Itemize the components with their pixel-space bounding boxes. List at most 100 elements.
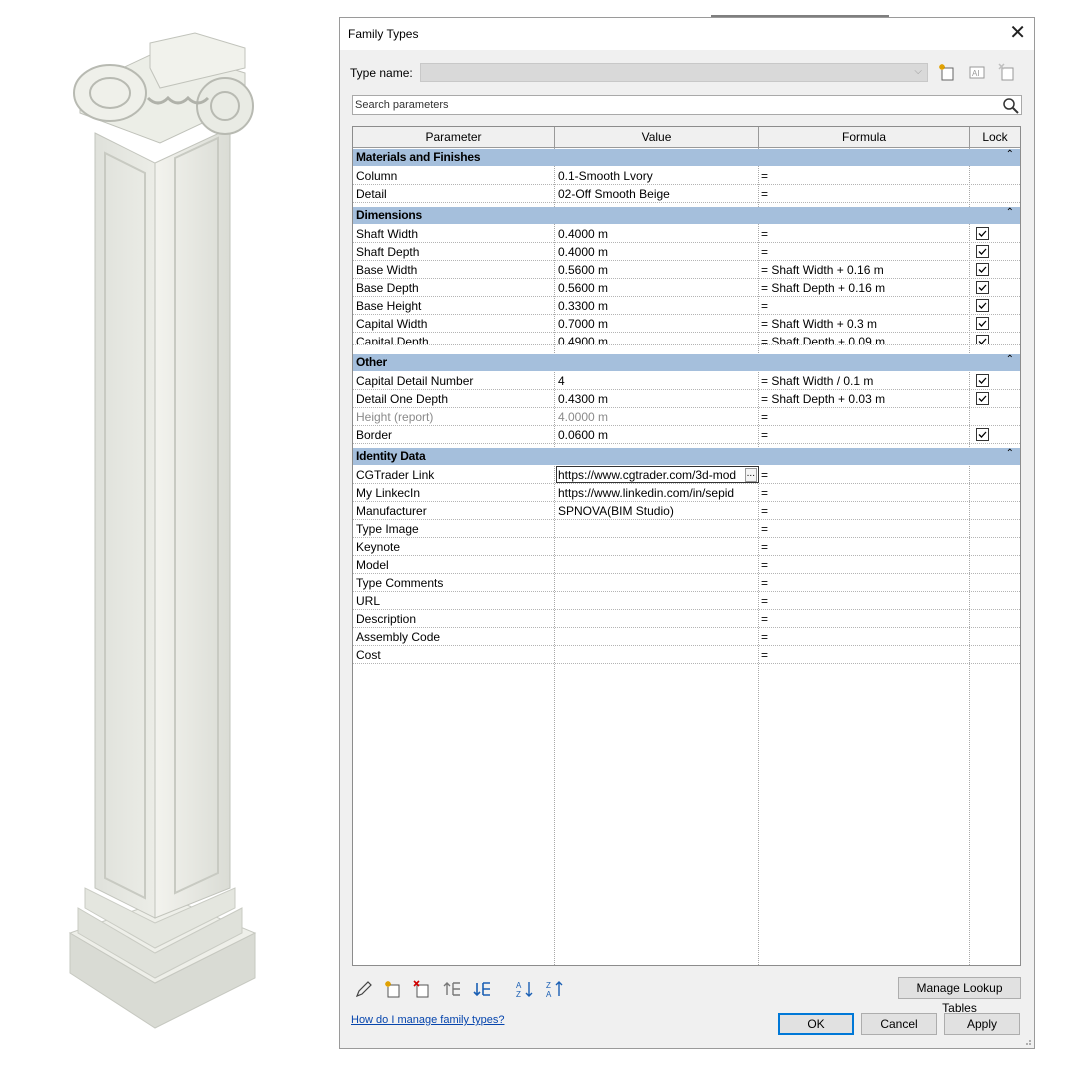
- parameter-value[interactable]: 02-Off Smooth Beige: [558, 187, 758, 201]
- parameter-row[interactable]: Shaft Depth 0.4000 m =: [353, 243, 1020, 261]
- delete-parameter-icon[interactable]: [412, 979, 432, 999]
- parameter-row[interactable]: Base Height 0.3300 m =: [353, 297, 1020, 315]
- parameter-row[interactable]: CGTrader Link https://www.cgtrader.com/3d…: [353, 466, 1020, 484]
- parameter-value[interactable]: https://www.linkedin.com/in/sepid: [558, 486, 758, 500]
- parameter-formula[interactable]: =: [761, 648, 971, 662]
- parameter-row[interactable]: My LinkecIn https://www.linkedin.com/in/s…: [353, 484, 1020, 502]
- parameter-value[interactable]: 0.5600 m: [558, 263, 758, 277]
- column-header-parameter[interactable]: Parameter: [353, 127, 555, 148]
- sort-descending-icon[interactable]: Z A: [545, 979, 565, 999]
- delete-type-icon[interactable]: [997, 62, 1017, 82]
- collapse-icon[interactable]: ⌃: [1006, 149, 1014, 160]
- lock-checkbox[interactable]: [976, 335, 989, 344]
- parameter-formula[interactable]: = Shaft Width + 0.16 m: [761, 263, 971, 277]
- parameter-row[interactable]: Capital Width 0.7000 m = Shaft Width + 0.3…: [353, 315, 1020, 333]
- parameter-formula[interactable]: =: [761, 594, 971, 608]
- lock-checkbox[interactable]: [976, 428, 989, 441]
- group-header[interactable]: Materials and Finishes ⌃: [353, 149, 1020, 166]
- lock-checkbox[interactable]: [976, 227, 989, 240]
- parameter-row[interactable]: Shaft Width 0.4000 m =: [353, 225, 1020, 243]
- parameter-row[interactable]: Border 0.0600 m =: [353, 426, 1020, 444]
- new-type-icon[interactable]: [937, 62, 957, 82]
- parameter-formula[interactable]: =: [761, 612, 971, 626]
- parameter-formula[interactable]: =: [761, 245, 971, 259]
- type-name-select[interactable]: ⌵: [420, 63, 928, 82]
- parameter-row[interactable]: Height (report) 4.0000 m =: [353, 408, 1020, 426]
- cancel-button[interactable]: Cancel: [861, 1013, 937, 1035]
- parameter-formula[interactable]: =: [761, 428, 971, 442]
- column-header-value[interactable]: Value: [555, 127, 759, 148]
- parameter-formula[interactable]: = Shaft Depth + 0.16 m: [761, 281, 971, 295]
- move-up-icon[interactable]: [442, 979, 462, 999]
- collapse-icon[interactable]: ⌃: [1006, 448, 1014, 459]
- ok-button[interactable]: OK: [778, 1013, 854, 1035]
- resize-grip-icon[interactable]: [1022, 1036, 1032, 1046]
- help-link[interactable]: How do I manage family types?: [351, 1014, 504, 1026]
- parameter-value[interactable]: SPNOVA(BIM Studio): [558, 504, 758, 518]
- lock-checkbox[interactable]: [976, 299, 989, 312]
- parameter-row[interactable]: Type Image =: [353, 520, 1020, 538]
- parameter-formula[interactable]: =: [761, 410, 971, 424]
- parameter-formula[interactable]: =: [761, 630, 971, 644]
- parameter-value[interactable]: 0.1-Smooth Lvory: [558, 169, 758, 183]
- parameter-row[interactable]: Manufacturer SPNOVA(BIM Studio) =: [353, 502, 1020, 520]
- lock-checkbox[interactable]: [976, 245, 989, 258]
- parameter-formula[interactable]: = Shaft Depth + 0.09 m: [761, 335, 971, 344]
- lock-checkbox[interactable]: [976, 281, 989, 294]
- parameter-row[interactable]: Assembly Code =: [353, 628, 1020, 646]
- close-icon[interactable]: ✕: [1009, 22, 1026, 44]
- sort-ascending-icon[interactable]: A Z: [515, 979, 535, 999]
- parameter-row[interactable]: Column 0.1-Smooth Lvory =: [353, 167, 1020, 185]
- parameter-formula[interactable]: =: [761, 504, 971, 518]
- parameter-value[interactable]: 0.7000 m: [558, 317, 758, 331]
- parameter-value[interactable]: 0.4000 m: [558, 245, 758, 259]
- parameter-value[interactable]: 0.0600 m: [558, 428, 758, 442]
- collapse-icon[interactable]: ⌃: [1006, 207, 1014, 218]
- parameter-value[interactable]: 0.4900 m: [558, 335, 758, 344]
- parameter-row[interactable]: Detail 02-Off Smooth Beige =: [353, 185, 1020, 203]
- search-parameters-field[interactable]: Search parameters: [352, 95, 1022, 115]
- search-icon[interactable]: [1002, 97, 1019, 114]
- collapse-icon[interactable]: ⌃: [1006, 354, 1014, 365]
- parameter-row[interactable]: Description =: [353, 610, 1020, 628]
- group-header[interactable]: Other ⌃: [353, 354, 1020, 371]
- parameter-value[interactable]: 4: [558, 374, 758, 388]
- parameter-row[interactable]: Cost =: [353, 646, 1020, 664]
- parameter-row[interactable]: Base Width 0.5600 m = Shaft Width + 0.16 m: [353, 261, 1020, 279]
- parameter-row[interactable]: Type Comments =: [353, 574, 1020, 592]
- parameter-formula[interactable]: = Shaft Width / 0.1 m: [761, 374, 971, 388]
- rename-type-icon[interactable]: AI: [967, 62, 987, 82]
- parameter-value[interactable]: 0.4000 m: [558, 227, 758, 241]
- parameter-formula[interactable]: =: [761, 299, 971, 313]
- column-header-formula[interactable]: Formula: [759, 127, 970, 148]
- parameter-row[interactable]: Model =: [353, 556, 1020, 574]
- manage-lookup-tables-button[interactable]: Manage Lookup Tables: [898, 977, 1021, 1015]
- parameter-row[interactable]: Base Depth 0.5600 m = Shaft Depth + 0.16 m: [353, 279, 1020, 297]
- parameter-formula[interactable]: = Shaft Depth + 0.03 m: [761, 392, 971, 406]
- apply-button[interactable]: Apply: [944, 1013, 1020, 1035]
- parameter-formula[interactable]: =: [761, 522, 971, 536]
- lock-checkbox[interactable]: [976, 263, 989, 276]
- parameter-row[interactable]: Capital Depth 0.4900 m = Shaft Depth + 0.0…: [353, 333, 1020, 345]
- move-down-icon[interactable]: [472, 979, 492, 999]
- group-header[interactable]: Dimensions ⌃: [353, 207, 1020, 224]
- ellipsis-button[interactable]: ...: [744, 468, 757, 482]
- parameter-formula[interactable]: =: [761, 558, 971, 572]
- parameter-formula[interactable]: =: [761, 540, 971, 554]
- edit-parameter-icon[interactable]: [354, 979, 374, 999]
- parameter-row[interactable]: Capital Detail Number 4 = Shaft Width / 0.…: [353, 372, 1020, 390]
- parameter-row[interactable]: Detail One Depth 0.4300 m = Shaft Depth + …: [353, 390, 1020, 408]
- group-header[interactable]: Identity Data ⌃: [353, 448, 1020, 465]
- parameter-formula[interactable]: =: [761, 169, 971, 183]
- lock-checkbox[interactable]: [976, 374, 989, 387]
- new-parameter-icon[interactable]: [383, 979, 403, 999]
- lock-checkbox[interactable]: [976, 317, 989, 330]
- value-edit-field[interactable]: https://www.cgtrader.com/3d-mod...: [556, 466, 759, 483]
- parameter-formula[interactable]: =: [761, 576, 971, 590]
- parameter-value[interactable]: 0.3300 m: [558, 299, 758, 313]
- parameter-formula[interactable]: =: [761, 187, 971, 201]
- lock-checkbox[interactable]: [976, 392, 989, 405]
- parameter-formula[interactable]: = Shaft Width + 0.3 m: [761, 317, 971, 331]
- parameter-formula[interactable]: =: [761, 486, 971, 500]
- parameter-row[interactable]: Keynote =: [353, 538, 1020, 556]
